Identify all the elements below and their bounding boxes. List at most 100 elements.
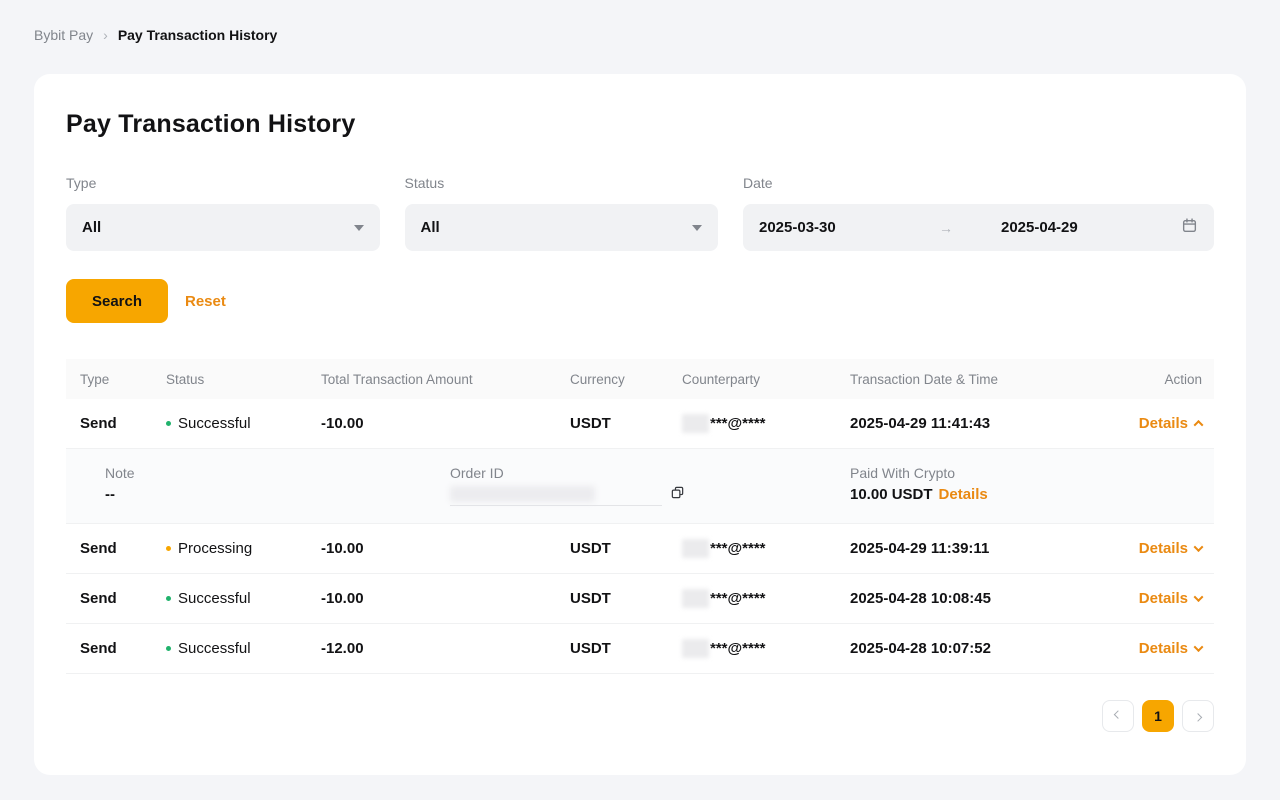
paid-details-link[interactable]: Details	[939, 486, 988, 503]
details-label: Details	[1139, 640, 1188, 657]
redacted-counterparty-prefix	[682, 414, 709, 433]
col-header-datetime: Transaction Date & Time	[850, 372, 1164, 387]
breadcrumb-parent-link[interactable]: Bybit Pay	[34, 27, 93, 43]
cell-amount: -12.00	[321, 640, 570, 657]
details-toggle[interactable]: Details	[1139, 540, 1202, 557]
cell-datetime: 2025-04-29 11:41:43	[850, 415, 1139, 432]
table-row: Send Successful -10.00 USDT ***@**** 202…	[66, 399, 1214, 449]
breadcrumb-current: Pay Transaction History	[118, 27, 278, 43]
cell-amount: -10.00	[321, 590, 570, 607]
status-dot	[166, 421, 171, 426]
table-row: Send Successful -10.00 USDT ***@**** 202…	[66, 574, 1214, 624]
details-toggle[interactable]: Details	[1139, 640, 1202, 657]
cell-action: Details	[1139, 415, 1202, 432]
order-id-redacted-value	[450, 486, 662, 506]
order-id-label: Order ID	[450, 463, 850, 483]
date-start-value[interactable]: 2025-03-30	[759, 219, 939, 236]
col-header-action: Action	[1164, 372, 1202, 387]
calendar-icon[interactable]	[1181, 217, 1198, 239]
cell-datetime: 2025-04-28 10:07:52	[850, 640, 1139, 657]
cell-status: Successful	[166, 640, 321, 657]
cell-counterparty: ***@****	[682, 539, 850, 558]
date-filter-group: Date 2025-03-30 → 2025-04-29	[743, 175, 1214, 251]
details-label: Details	[1139, 415, 1188, 432]
cell-amount: -10.00	[321, 415, 570, 432]
status-filter-select[interactable]: All	[405, 204, 719, 251]
cell-currency: USDT	[570, 540, 682, 557]
filters-row: Type All Status All Date 2025-03-30 → 20…	[66, 175, 1214, 251]
chevron-down-icon	[1194, 542, 1204, 552]
cell-currency: USDT	[570, 640, 682, 657]
note-section: Note --	[105, 463, 450, 523]
order-id-value-wrap	[450, 485, 850, 506]
table-row: Send Successful -12.00 USDT ***@**** 202…	[66, 624, 1214, 674]
cell-datetime: 2025-04-28 10:08:45	[850, 590, 1139, 607]
status-text: Successful	[178, 590, 251, 607]
cell-type: Send	[80, 590, 166, 607]
cell-type: Send	[80, 540, 166, 557]
date-filter-label: Date	[743, 175, 1214, 191]
cell-datetime: 2025-04-29 11:39:11	[850, 540, 1139, 557]
pagination-page-1-button[interactable]: 1	[1142, 700, 1174, 732]
pay-transaction-history-card: Pay Transaction History Type All Status …	[34, 74, 1246, 775]
type-filter-value: All	[82, 219, 101, 236]
cell-status: Successful	[166, 590, 321, 607]
breadcrumb-separator-icon: ›	[103, 27, 108, 43]
paid-with-crypto-section: Paid With Crypto 10.00 USDT Details	[850, 463, 1202, 523]
status-dot	[166, 546, 171, 551]
chevron-down-icon	[1194, 592, 1204, 602]
status-text: Processing	[178, 540, 252, 557]
search-button[interactable]: Search	[66, 279, 168, 323]
caret-down-icon	[692, 225, 702, 231]
caret-down-icon	[354, 225, 364, 231]
chevron-down-icon	[1194, 642, 1204, 652]
pagination-next-button[interactable]	[1182, 700, 1214, 732]
details-label: Details	[1139, 540, 1188, 557]
col-header-counterparty: Counterparty	[682, 372, 850, 387]
counterparty-masked-text: ***@****	[710, 590, 766, 607]
cell-status: Successful	[166, 415, 321, 432]
chevron-up-icon	[1194, 420, 1204, 430]
paid-with-crypto-line: 10.00 USDT Details	[850, 486, 1202, 503]
col-header-status: Status	[166, 372, 321, 387]
cell-action: Details	[1139, 590, 1202, 607]
copy-icon[interactable]	[670, 485, 685, 505]
status-filter-label: Status	[405, 175, 719, 191]
col-header-currency: Currency	[570, 372, 682, 387]
cell-counterparty: ***@****	[682, 639, 850, 658]
date-range-picker[interactable]: 2025-03-30 → 2025-04-29	[743, 204, 1214, 251]
status-filter-value: All	[421, 219, 440, 236]
type-filter-label: Type	[66, 175, 380, 191]
cell-action: Details	[1139, 540, 1202, 557]
reset-button[interactable]: Reset	[185, 293, 226, 310]
chevron-right-icon	[1194, 713, 1202, 721]
counterparty-masked-text: ***@****	[710, 540, 766, 557]
pagination: 1	[66, 700, 1214, 732]
status-text: Successful	[178, 640, 251, 657]
table-header-row: Type Status Total Transaction Amount Cur…	[66, 359, 1214, 399]
chevron-left-icon	[1114, 710, 1122, 718]
redacted-order-id	[450, 486, 595, 502]
transactions-table: Type Status Total Transaction Amount Cur…	[66, 359, 1214, 674]
paid-with-crypto-label: Paid With Crypto	[850, 463, 1202, 483]
page-title: Pay Transaction History	[66, 110, 1214, 139]
redacted-counterparty-prefix	[682, 639, 709, 658]
col-header-amount: Total Transaction Amount	[321, 372, 570, 387]
type-filter-select[interactable]: All	[66, 204, 380, 251]
details-toggle[interactable]: Details	[1139, 415, 1202, 432]
filter-actions-row: Search Reset	[66, 279, 1214, 323]
counterparty-masked-text: ***@****	[710, 640, 766, 657]
cell-type: Send	[80, 415, 166, 432]
col-header-type: Type	[80, 372, 166, 387]
pagination-prev-button[interactable]	[1102, 700, 1134, 732]
date-range-arrow-icon: →	[939, 220, 953, 236]
cell-amount: -10.00	[321, 540, 570, 557]
details-toggle[interactable]: Details	[1139, 590, 1202, 607]
status-text: Successful	[178, 415, 251, 432]
cell-status: Processing	[166, 540, 321, 557]
table-row: Send Processing -10.00 USDT ***@**** 202…	[66, 524, 1214, 574]
cell-currency: USDT	[570, 415, 682, 432]
date-end-value[interactable]: 2025-04-29	[1001, 219, 1181, 236]
redacted-counterparty-prefix	[682, 539, 709, 558]
cell-action: Details	[1139, 640, 1202, 657]
